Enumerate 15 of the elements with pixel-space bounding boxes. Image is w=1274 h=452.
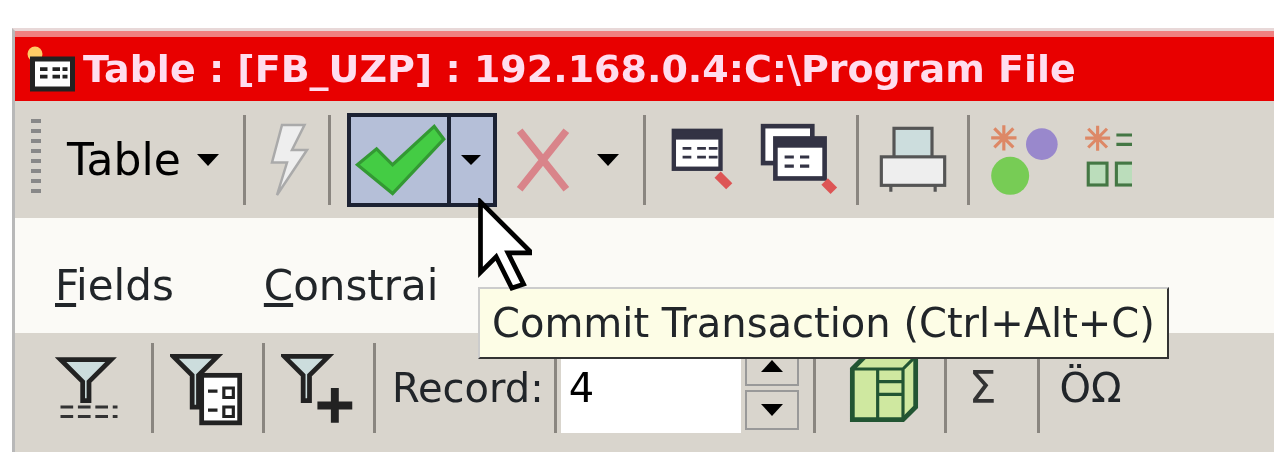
up-arrow-icon	[760, 360, 783, 372]
caret-icon	[196, 153, 219, 166]
grids-icon[interactable]	[759, 122, 840, 197]
commit-button[interactable]	[346, 112, 497, 207]
tooltip: Commit Transaction (Ctrl+Alt+C)	[478, 287, 1169, 359]
window-title: Table : [FB_UZP] : 192.168.0.4:C:\Program File	[83, 45, 1076, 93]
spin-down-button[interactable]	[744, 390, 799, 430]
table-icon	[25, 44, 75, 94]
tab[interactable]: Fields	[55, 254, 174, 317]
caret-icon[interactable]	[596, 153, 619, 166]
tab[interactable]: Constrai	[263, 254, 439, 317]
down-arrow-icon	[760, 404, 783, 416]
special-characters-button[interactable]: ÖΩ	[1059, 358, 1122, 418]
record-label: Record:	[392, 364, 544, 413]
table-dropdown[interactable]: Table	[67, 126, 219, 193]
